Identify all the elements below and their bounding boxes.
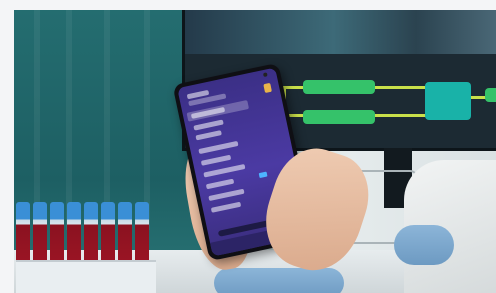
- flow-node: [303, 80, 375, 94]
- menu-line: [198, 140, 239, 155]
- menu-line: [205, 178, 235, 190]
- menu-line: [208, 188, 245, 202]
- flow-node: [425, 82, 471, 120]
- menu-line: [195, 130, 222, 141]
- curtain-stripe: [34, 10, 40, 230]
- menu-line: [210, 201, 242, 213]
- test-tube-rack: [16, 202, 156, 293]
- monitor-map-panel: [185, 10, 496, 54]
- menu-badge: [258, 171, 268, 179]
- app-icon: [263, 82, 272, 94]
- menu-line: [200, 154, 232, 166]
- sleeve: [214, 268, 344, 293]
- photo: [14, 10, 496, 293]
- menu-line: [203, 163, 246, 178]
- flow-node: [485, 88, 496, 102]
- curtain-stripe: [66, 10, 72, 230]
- curtain-stripe: [144, 10, 150, 230]
- sleeve: [394, 225, 454, 265]
- menu-line: [193, 119, 224, 131]
- rack-base: [16, 260, 156, 293]
- flow-node: [303, 110, 375, 124]
- camera-icon: [262, 72, 268, 78]
- curtain-stripe: [104, 10, 110, 230]
